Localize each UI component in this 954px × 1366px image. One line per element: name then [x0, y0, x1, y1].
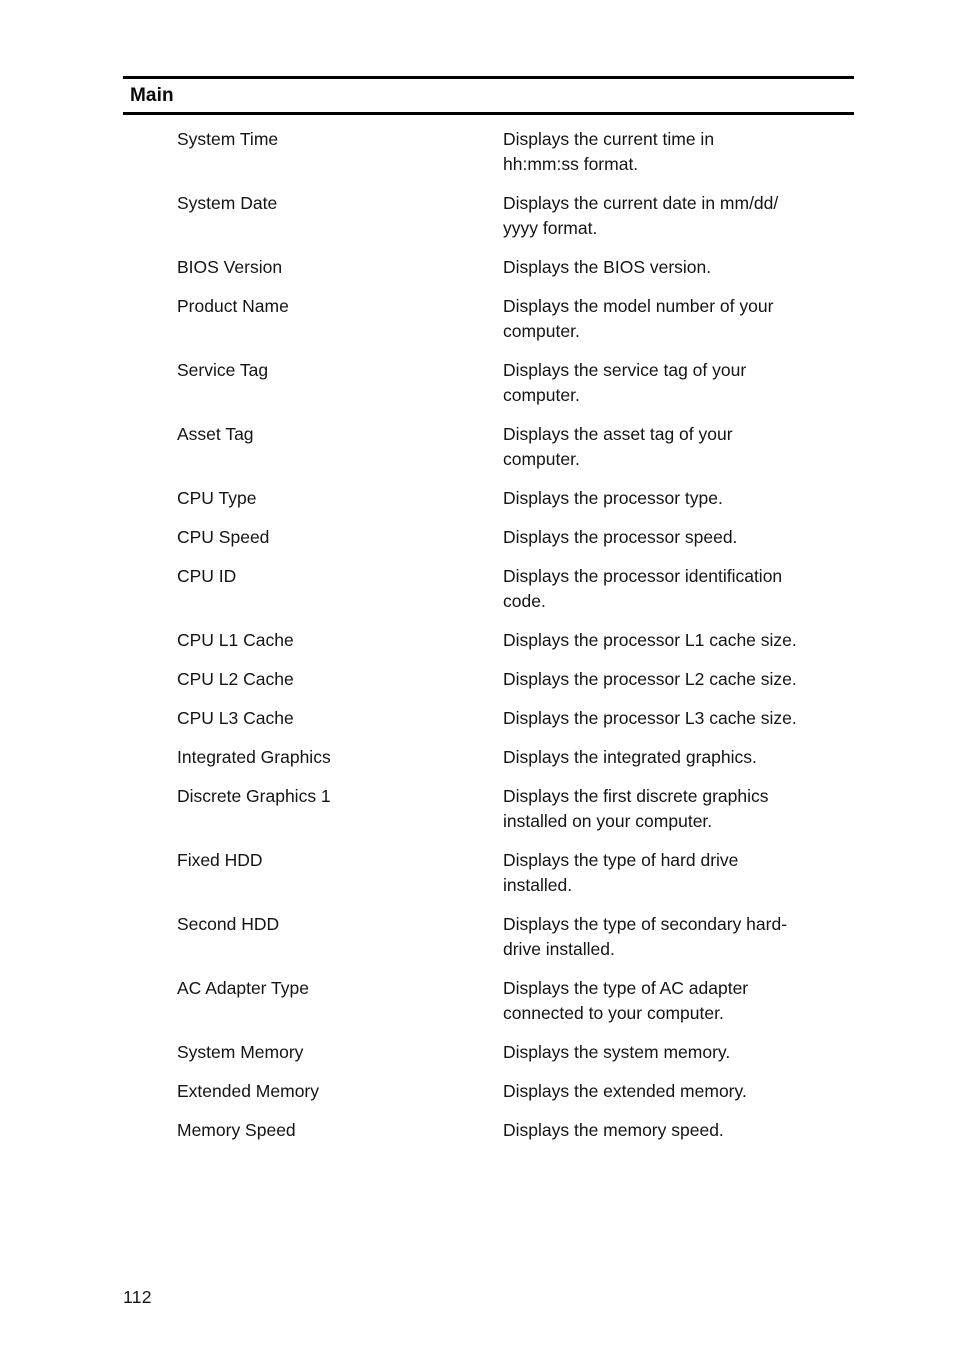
setting-description: Displays the processor type.	[503, 488, 723, 508]
table-row: CPU Speed Displays the processor speed.	[123, 525, 854, 550]
table-row: Integrated Graphics Displays the integra…	[123, 745, 854, 770]
setting-name: CPU L3 Cache	[177, 708, 294, 728]
table-row: CPU L1 Cache Displays the processor L1 c…	[123, 628, 854, 653]
setting-name: CPU L2 Cache	[177, 669, 294, 689]
table-row: Fixed HDD Displays the type of hard driv…	[123, 848, 854, 898]
setting-description: Displays the processor L2 cache size.	[503, 669, 797, 689]
setting-description: Displays the service tag of your compute…	[503, 360, 747, 405]
table-row: Extended Memory Displays the extended me…	[123, 1079, 854, 1104]
setting-name: Extended Memory	[177, 1081, 320, 1101]
setting-name: Integrated Graphics	[177, 747, 331, 767]
setting-description: Displays the type of AC adapter connecte…	[503, 978, 749, 1023]
table-row: System Date Displays the current date in…	[123, 191, 854, 241]
page-number: 112	[123, 1287, 152, 1307]
table-row: System Memory Displays the system memory…	[123, 1040, 854, 1065]
setting-name: Second HDD	[177, 914, 280, 934]
document-page: Main System Time Displays the current ti…	[0, 0, 954, 1366]
table-body: System Time Displays the current time in…	[123, 115, 854, 1143]
setting-description: Displays the processor identification co…	[503, 566, 783, 611]
setting-description: Displays the processor L3 cache size.	[503, 708, 797, 728]
table-row: BIOS Version Displays the BIOS version.	[123, 255, 854, 280]
setting-description: Displays the type of secondary hard- dri…	[503, 914, 788, 959]
setting-name: System Time	[177, 129, 279, 149]
setting-name: CPU Type	[177, 488, 257, 508]
setting-description: Displays the first discrete graphics ins…	[503, 786, 769, 831]
setting-description: Displays the asset tag of your computer.	[503, 424, 733, 469]
setting-name: Asset Tag	[177, 424, 254, 444]
setting-name: System Date	[177, 193, 278, 213]
table-row: Service Tag Displays the service tag of …	[123, 358, 854, 408]
setting-name: AC Adapter Type	[177, 978, 309, 998]
setting-name: Service Tag	[177, 360, 269, 380]
setting-name: BIOS Version	[177, 257, 283, 277]
setting-description: Displays the type of hard drive installe…	[503, 850, 739, 895]
setting-description: Displays the processor speed.	[503, 527, 738, 547]
table-row: Second HDD Displays the type of secondar…	[123, 912, 854, 962]
setting-name: CPU ID	[177, 566, 237, 586]
setting-name: Fixed HDD	[177, 850, 263, 870]
setting-description: Displays the current date in mm/dd/ yyyy…	[503, 193, 779, 238]
setting-description: Displays the extended memory.	[503, 1081, 747, 1101]
setting-description: Displays the model number of your comput…	[503, 296, 774, 341]
setting-name: Memory Speed	[177, 1120, 296, 1140]
section-heading-main: Main	[130, 85, 174, 106]
setting-name: Discrete Graphics 1	[177, 786, 331, 806]
setting-name: CPU L1 Cache	[177, 630, 294, 650]
table-row: CPU L3 Cache Displays the processor L3 c…	[123, 706, 854, 731]
setting-description: Displays the memory speed.	[503, 1120, 724, 1140]
main-settings-table: Main System Time Displays the current ti…	[123, 76, 854, 1143]
setting-name: Product Name	[177, 296, 289, 316]
setting-description: Displays the system memory.	[503, 1042, 731, 1062]
setting-description: Displays the BIOS version.	[503, 257, 712, 277]
table-row: Discrete Graphics 1 Displays the first d…	[123, 784, 854, 834]
setting-name: CPU Speed	[177, 527, 270, 547]
table-row: CPU L2 Cache Displays the processor L2 c…	[123, 667, 854, 692]
setting-description: Displays the integrated graphics.	[503, 747, 757, 767]
table-row: Memory Speed Displays the memory speed.	[123, 1118, 854, 1143]
table-row: CPU Type Displays the processor type.	[123, 486, 854, 511]
table-row: System Time Displays the current time in…	[123, 127, 854, 177]
setting-description: Displays the current time in hh:mm:ss fo…	[503, 129, 715, 174]
setting-name: System Memory	[177, 1042, 304, 1062]
setting-description: Displays the processor L1 cache size.	[503, 630, 797, 650]
table-row: Asset Tag Displays the asset tag of your…	[123, 422, 854, 472]
table-row: CPU ID Displays the processor identifica…	[123, 564, 854, 614]
table-row: Product Name Displays the model number o…	[123, 294, 854, 344]
table-row: AC Adapter Type Displays the type of AC …	[123, 976, 854, 1026]
